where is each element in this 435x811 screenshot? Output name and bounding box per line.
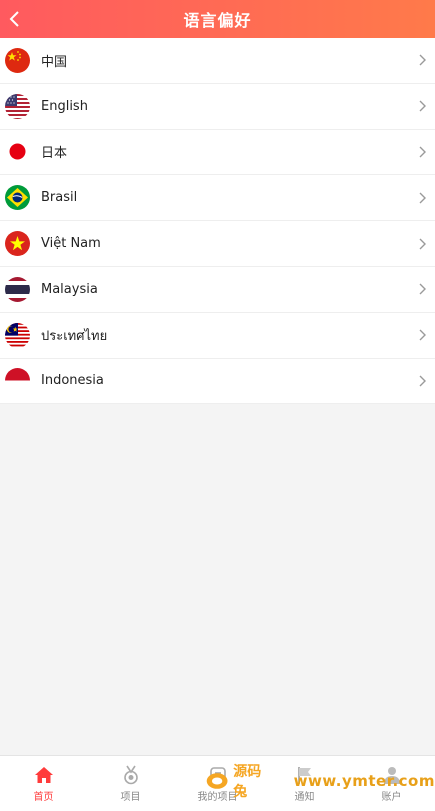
tab-home[interactable]: 首页 <box>0 756 87 811</box>
chevron-right-icon <box>419 283 426 295</box>
chevron-right-icon <box>419 329 426 341</box>
chevron-right-icon <box>419 54 426 66</box>
language-item-vietnam[interactable]: Việt Nam <box>0 221 435 267</box>
thailand-flag-icon <box>5 276 30 302</box>
medal-icon <box>123 765 138 785</box>
indonesia-flag-icon <box>5 368 30 394</box>
chevron-right-icon <box>419 100 426 112</box>
usa-flag-icon <box>5 93 30 119</box>
watermark-url: www.ymter.com <box>293 772 435 790</box>
chevron-left-icon <box>9 11 19 27</box>
tab-label: 首页 <box>33 792 54 803</box>
vietnam-flag-icon <box>5 231 30 257</box>
language-item-japan[interactable]: 日本 <box>0 130 435 176</box>
watermark-logo-icon <box>206 773 228 789</box>
language-label: Brasil <box>41 190 78 206</box>
malaysia-flag-icon <box>5 322 30 348</box>
language-label: Malaysia <box>41 281 98 297</box>
home-icon <box>34 767 53 783</box>
chevron-right-icon <box>419 375 426 387</box>
chevron-right-icon <box>419 238 426 250</box>
language-item-malaysia[interactable]: Malaysia <box>0 267 435 313</box>
header-bar: 语言偏好 <box>0 0 435 38</box>
tab-projects[interactable]: 项目 <box>87 756 174 811</box>
language-label: 日本 <box>41 146 68 162</box>
tab-label: 项目 <box>120 792 141 803</box>
language-label: Việt Nam <box>41 236 101 252</box>
language-preference-screen: 语言偏好 中国 English 日本 Brasil Việt Nam Malay… <box>0 0 435 811</box>
watermark: 源码兔 www.ymter.com <box>205 764 435 800</box>
language-item-china[interactable]: 中国 <box>0 38 435 84</box>
chevron-right-icon <box>419 146 426 158</box>
language-item-brasil[interactable]: Brasil <box>0 175 435 222</box>
language-list: 中国 English 日本 Brasil Việt Nam Malaysia ป… <box>0 38 435 405</box>
china-flag-icon <box>5 47 30 73</box>
page-title: 语言偏好 <box>183 11 252 30</box>
brazil-flag-icon <box>5 185 30 211</box>
back-button[interactable] <box>0 0 30 38</box>
chevron-right-icon <box>419 192 426 204</box>
watermark-text: 源码兔 <box>233 764 262 800</box>
language-label: 中国 <box>41 54 68 70</box>
language-label: English <box>41 98 88 114</box>
language-item-indonesia[interactable]: Indonesia <box>0 359 435 405</box>
japan-flag-icon <box>5 139 30 165</box>
language-label: ประเทศไทย <box>41 328 108 344</box>
language-item-english[interactable]: English <box>0 84 435 130</box>
language-label: Indonesia <box>41 373 104 389</box>
language-item-thai[interactable]: ประเทศไทย <box>0 313 435 359</box>
